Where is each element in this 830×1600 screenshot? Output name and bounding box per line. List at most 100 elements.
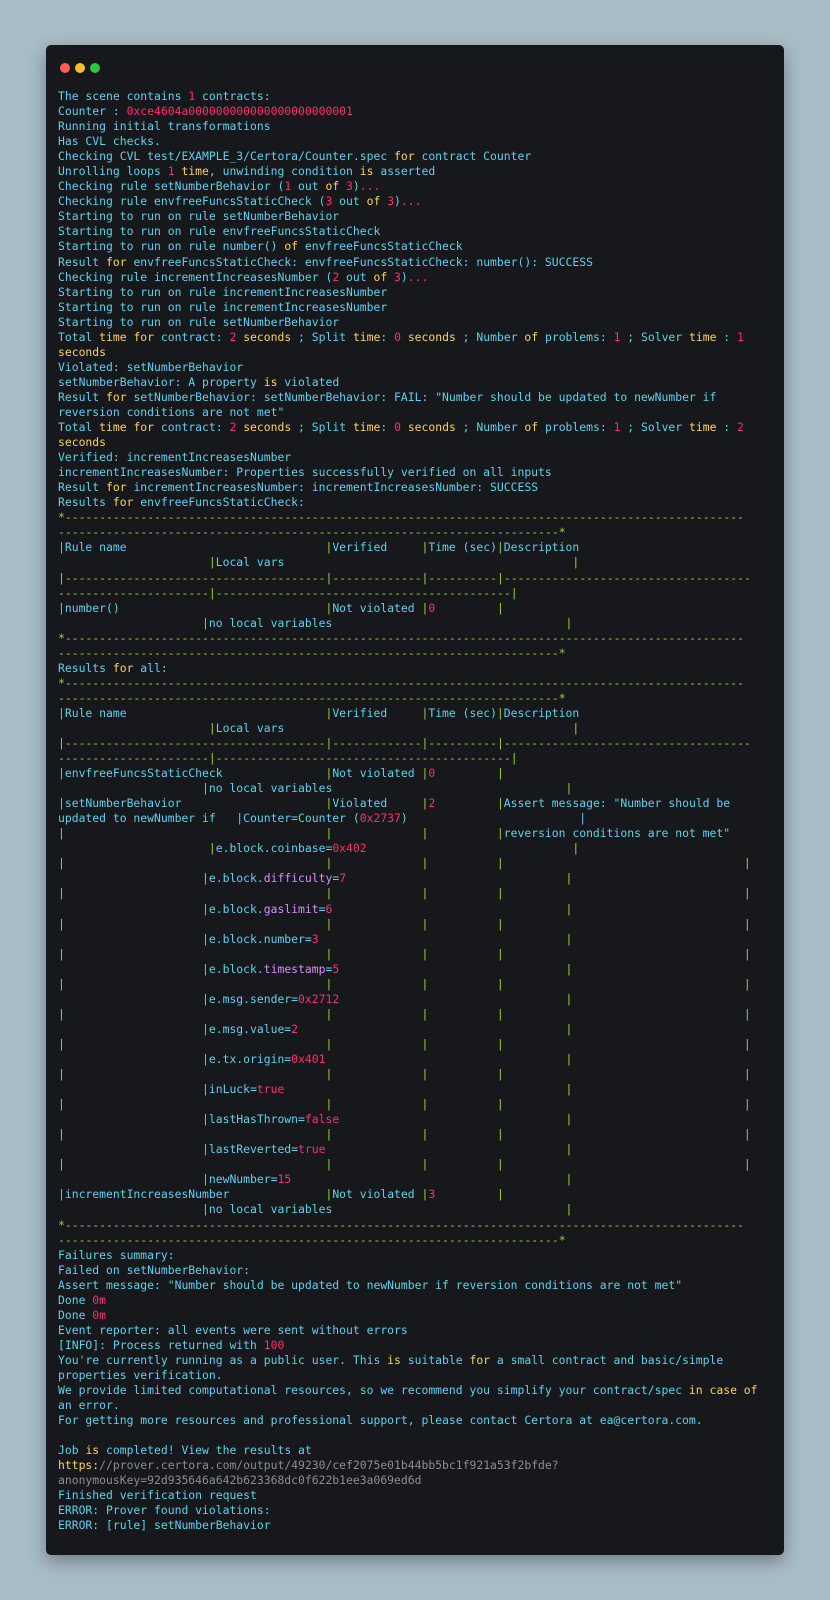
terminal-line: an error.	[58, 1398, 120, 1413]
terminal-line: Counter : 0xce4604a000000000000000000000…	[58, 104, 353, 119]
terminal-line: *---------------------------------------…	[58, 630, 744, 645]
minimize-dot[interactable]	[75, 63, 85, 73]
terminal-line: updated to newNumber if |Counter=Counter…	[58, 811, 587, 826]
terminal-line: |newNumber=15 |	[202, 1172, 573, 1187]
terminal-line: incrementIncreasesNumber: Properties suc…	[58, 465, 552, 480]
terminal-line: | | | | |	[58, 1097, 751, 1112]
terminal-line: anonymousKey=92d935646a642b623368dc0f622…	[58, 1473, 422, 1488]
terminal-line: |e.msg.sender=0x2712 |	[202, 991, 573, 1006]
terminal-line: |setNumberBehavior |Violated |2 |Assert …	[58, 796, 731, 811]
terminal-line: Failed on setNumberBehavior:	[58, 1262, 251, 1277]
terminal-line: |envfreeFuncsStaticCheck |Not violated |…	[58, 766, 504, 781]
terminal-line: |no local variables |	[202, 1202, 573, 1217]
terminal-line: ----------------------------------------…	[58, 645, 566, 660]
terminal-line: seconds	[58, 344, 107, 359]
terminal-line: | | | |reversion conditions are not met"	[58, 826, 731, 841]
terminal-line: |Local vars |	[208, 720, 580, 735]
terminal-line: |e.block.number=3 |	[202, 931, 573, 946]
terminal-line: | | | | |	[58, 886, 751, 901]
terminal-line: setNumberBehavior: A property is violate…	[58, 374, 340, 389]
terminal-line: Starting to run on rule incrementIncreas…	[58, 299, 388, 314]
terminal-line: ERROR: Prover found violations:	[58, 1503, 271, 1518]
window-controls	[60, 58, 105, 73]
terminal-line: Failures summary:	[58, 1247, 175, 1262]
terminal-line: | | | | |	[58, 976, 751, 991]
terminal-line: Total time for contract: 2 seconds ; Spl…	[58, 420, 744, 435]
terminal-line: Starting to run on rule setNumberBehavio…	[58, 209, 340, 224]
terminal-line: |e.block.difficulty=7 |	[202, 871, 573, 886]
terminal-line: Violated: setNumberBehavior	[58, 359, 244, 374]
terminal-output: The scene contains 1 contracts: Counter :…	[58, 89, 778, 1534]
terminal-line: |lastHasThrown=false |	[202, 1112, 573, 1127]
terminal-line: https://prover.certora.com/output/49230/…	[58, 1458, 559, 1473]
terminal-line: Results for envfreeFuncsStaticCheck:	[58, 495, 305, 510]
terminal-line: |e.block.coinbase=0x402 |	[208, 841, 580, 856]
terminal-line: [INFO]: Process returned with 100	[58, 1337, 285, 1352]
terminal-line: |number() |Not violated |0 |	[58, 600, 504, 615]
terminal-line: ----------------------------------------…	[58, 525, 566, 540]
terminal-line: |inLuck=true |	[202, 1082, 573, 1097]
terminal-line: |incrementIncreasesNumber |Not violated …	[58, 1187, 504, 1202]
terminal-line: reversion conditions are not met"	[58, 404, 285, 419]
terminal-line: Checking rule setNumberBehavior (1 out o…	[58, 179, 381, 194]
terminal-line: |Rule name |Verified |Time (sec)|Descrip…	[58, 540, 580, 555]
terminal-line: Starting to run on rule setNumberBehavio…	[58, 314, 340, 329]
terminal-line: | | | | |	[58, 1006, 751, 1021]
terminal-line: Starting to run on rule incrementIncreas…	[58, 284, 388, 299]
terminal-line: |e.msg.value=2 |	[202, 1021, 573, 1036]
terminal-line: *---------------------------------------…	[58, 675, 744, 690]
terminal-line: | | | | |	[58, 946, 751, 961]
terminal-line: properties verification.	[58, 1367, 223, 1382]
terminal-line: ----------------------------------------…	[58, 1232, 566, 1247]
terminal-line: *---------------------------------------…	[58, 1217, 744, 1232]
terminal-line: ----------------------------------------…	[58, 690, 566, 705]
terminal-line: ERROR: [rule] setNumberBehavior	[58, 1518, 271, 1533]
terminal-line: The scene contains 1 contracts:	[58, 89, 271, 103]
terminal-line: Result for incrementIncreasesNumber: inc…	[58, 480, 539, 495]
terminal-line: We provide limited computational resourc…	[58, 1383, 758, 1398]
terminal-line: *---------------------------------------…	[58, 510, 744, 525]
terminal-line: Finished verification request	[58, 1488, 257, 1503]
terminal-line: Result for setNumberBehavior: setNumberB…	[58, 389, 717, 404]
terminal-line: |e.block.timestamp=5 |	[202, 961, 573, 976]
terminal-line: Checking rule envfreeFuncsStaticCheck (3…	[58, 194, 422, 209]
terminal-line: Total time for contract: 2 seconds ; Spl…	[58, 329, 744, 344]
terminal-line: Unrolling loops 1 time, unwinding condit…	[58, 164, 436, 179]
terminal-line: |lastReverted=true |	[202, 1142, 573, 1157]
terminal-line: |no local variables |	[202, 615, 573, 630]
terminal-line: Done 0m	[58, 1292, 107, 1307]
terminal-line: Running initial transformations	[58, 119, 271, 134]
terminal-line: Verified: incrementIncreasesNumber	[58, 450, 292, 465]
terminal-line: Assert message: "Number should be update…	[58, 1277, 683, 1292]
terminal-line: |--------------------------------------|…	[58, 736, 751, 751]
maximize-dot[interactable]	[90, 63, 100, 73]
close-dot[interactable]	[60, 63, 70, 73]
terminal-line: Done 0m	[58, 1307, 107, 1322]
terminal-line: |no local variables |	[202, 781, 573, 796]
terminal-line: | | | | |	[58, 916, 751, 931]
terminal-line: | | | | |	[58, 856, 751, 871]
terminal-line: | | | | |	[58, 1157, 751, 1172]
terminal-line: |Rule name |Verified |Time (sec)|Descrip…	[58, 705, 580, 720]
terminal-line: ----------------------|-----------------…	[58, 585, 518, 600]
terminal-line: ----------------------|-----------------…	[58, 751, 518, 766]
terminal-line: Event reporter: all events were sent wit…	[58, 1322, 408, 1337]
terminal-line: Job is completed! View the results at	[58, 1443, 312, 1458]
terminal-line: |e.tx.origin=0x401 |	[202, 1052, 573, 1066]
terminal-line: |Local vars |	[208, 555, 580, 570]
terminal-window: The scene contains 1 contracts: Counter :…	[46, 45, 784, 1555]
terminal-line: You're currently running as a public use…	[58, 1352, 724, 1367]
terminal-line: Starting to run on rule envfreeFuncsStat…	[58, 224, 381, 239]
terminal-line: Results for all:	[58, 660, 168, 675]
terminal-line: | | | | |	[58, 1036, 751, 1051]
terminal-line: |e.block.gaslimit=6 |	[202, 901, 573, 916]
terminal-line: Starting to run on rule number() of envf…	[58, 239, 463, 254]
terminal-line: |--------------------------------------|…	[58, 570, 751, 585]
terminal-line: Checking rule incrementIncreasesNumber (…	[58, 269, 429, 284]
terminal-line: Result for envfreeFuncsStaticCheck: envf…	[58, 254, 593, 269]
terminal-line: For getting more resources and professio…	[58, 1413, 703, 1428]
terminal-line: seconds	[58, 435, 107, 450]
terminal-line: | | | | |	[58, 1067, 751, 1082]
terminal-line: | | | | |	[58, 1127, 751, 1142]
